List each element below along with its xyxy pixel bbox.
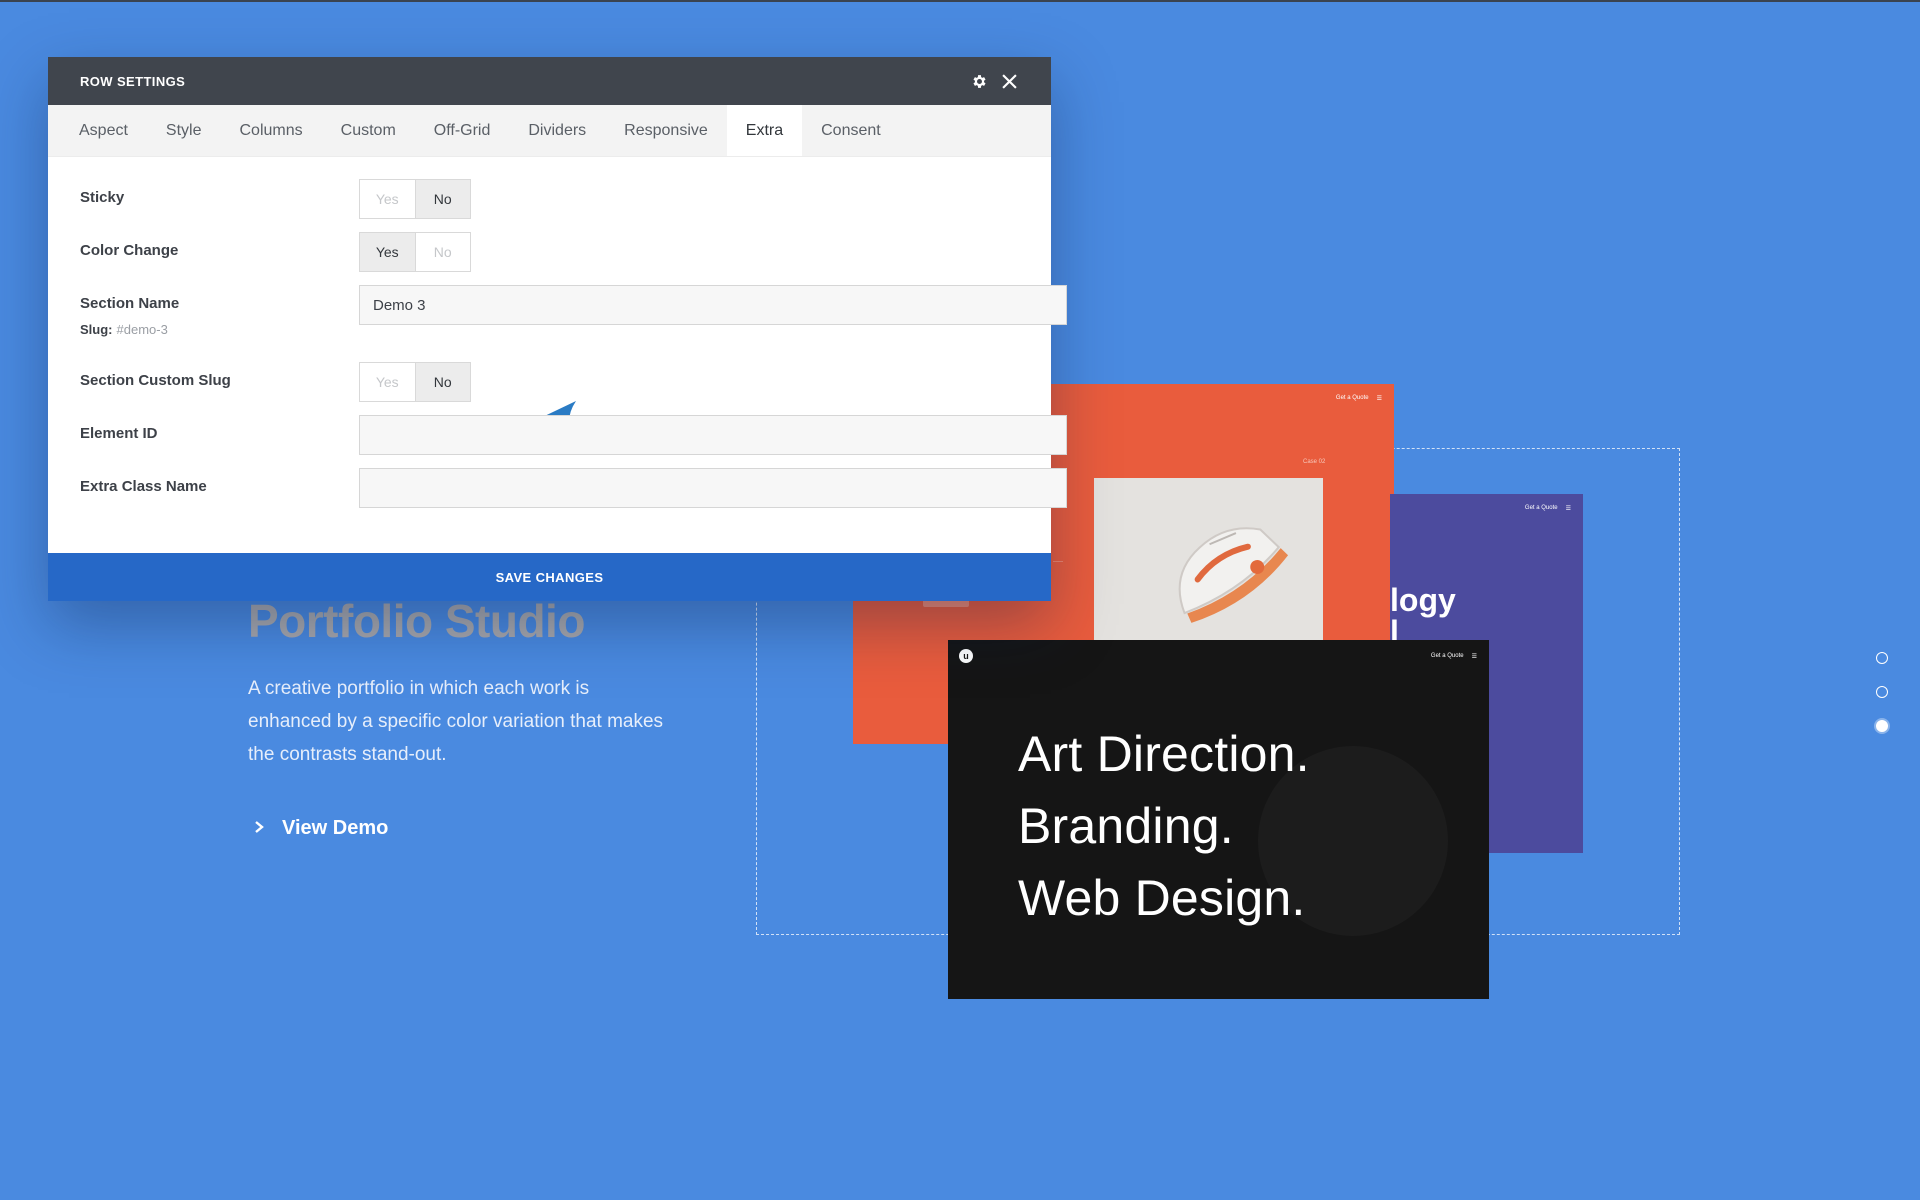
color-change-no-option[interactable]: No [414,233,470,271]
save-changes-button[interactable]: SAVE CHANGES [48,553,1051,601]
sticky-toggle: Yes No [359,179,471,219]
menu-icon: ☰ [1376,396,1382,402]
orange-card-nav-label: Get a Quote [1335,395,1369,401]
chevron-right-icon [252,817,266,840]
tab-off-grid[interactable]: Off-Grid [415,105,510,156]
preview-card-dark: u Get a Quote ☰ Art Direction. Branding.… [948,640,1489,999]
tab-responsive[interactable]: Responsive [605,105,727,156]
tab-dividers[interactable]: Dividers [509,105,605,156]
view-demo-label: View Demo [282,817,389,839]
view-demo-link[interactable]: View Demo [252,817,388,840]
headline-line-3: Web Design. [1018,870,1306,926]
purple-card-nav-label: Get a Quote [1524,505,1558,511]
orange-card-label: Case 02 [1303,459,1326,465]
sticky-row: Sticky [80,189,1019,206]
section-custom-slug-toggle: Yes No [359,362,471,402]
dark-card-headline: Art Direction. Branding. Web Design. [1018,718,1310,934]
color-change-label: Color Change [80,242,179,259]
gear-icon[interactable] [969,71,989,91]
tab-aspect[interactable]: Aspect [60,105,147,156]
row-settings-modal: ROW SETTINGS Aspect Style Columns Custom… [48,57,1067,601]
settings-tabs: Aspect Style Columns Custom Off-Grid Div… [48,105,1051,157]
color-change-yes-option[interactable]: Yes [360,233,415,271]
menu-icon: ☰ [1565,506,1571,512]
headline-line-1: Art Direction. [1018,726,1310,782]
section-custom-slug-no-option[interactable]: No [414,363,470,401]
slug-label: Slug: [80,322,113,337]
dark-card-nav-label: Get a Quote [1430,653,1464,659]
orange-card-side-line: —— [1053,559,1063,565]
slug-value: #demo-3 [116,322,168,337]
tab-columns[interactable]: Columns [221,105,322,156]
purple-card-heading-line-1: logy [1390,582,1456,618]
top-border [0,0,1920,2]
section-custom-slug-yes-option[interactable]: Yes [360,363,415,401]
sticky-yes-option[interactable]: Yes [360,180,415,218]
element-id-input[interactable] [359,415,1067,455]
tab-consent[interactable]: Consent [802,105,900,156]
modal-header: ROW SETTINGS [48,57,1051,105]
purple-card-nav: Get a Quote ☰ [1525,505,1571,512]
slider-dot[interactable] [1876,686,1888,698]
color-change-toggle: Yes No [359,232,471,272]
color-change-row: Color Change [80,242,1019,259]
extra-class-name-input[interactable] [359,468,1067,508]
section-name-input[interactable]: Demo 3 [359,285,1067,325]
slider-pagination [1876,652,1888,732]
sticky-no-option[interactable]: No [414,180,470,218]
headline-line-2: Branding. [1018,798,1234,854]
close-icon[interactable] [999,71,1019,91]
tab-custom[interactable]: Custom [322,105,415,156]
dark-card-nav: Get a Quote ☰ [1431,653,1477,660]
logo-icon: u [959,649,973,663]
hero-title: Portfolio Studio [248,595,585,647]
orange-card-nav: Get a Quote ☰ [1336,395,1382,402]
slider-dot-active[interactable] [1876,720,1888,732]
sneaker-image [1094,478,1323,655]
slider-dot[interactable] [1876,652,1888,664]
tab-extra[interactable]: Extra [726,105,803,156]
menu-icon: ☰ [1471,654,1477,660]
modal-body: Sticky Yes No Color Change Yes No Sectio… [48,157,1067,549]
section-custom-slug-row: Section Custom Slug [80,372,1019,389]
modal-title: ROW SETTINGS [80,73,186,89]
tab-style[interactable]: Style [147,105,221,156]
section-custom-slug-label: Section Custom Slug [80,372,231,389]
sticky-label: Sticky [80,189,125,206]
hero-description: A creative portfolio in which each work … [248,678,664,765]
purple-card-heading: logy l [1390,584,1456,648]
